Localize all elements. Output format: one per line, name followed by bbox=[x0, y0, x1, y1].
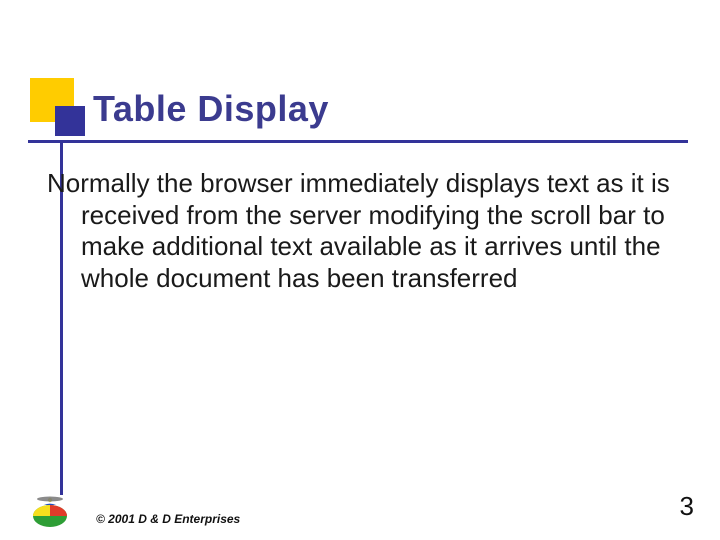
propeller-cap-icon bbox=[30, 486, 86, 528]
decorative-square-blue bbox=[55, 106, 85, 136]
slide: Table Display Normally the browser immed… bbox=[0, 0, 720, 540]
copyright-text: © 2001 D & D Enterprises bbox=[96, 512, 240, 526]
body-paragraph: Normally the browser immediately display… bbox=[47, 168, 701, 295]
decorative-horizontal-rule bbox=[28, 140, 688, 143]
page-number: 3 bbox=[680, 491, 694, 522]
page-title: Table Display bbox=[93, 88, 329, 130]
